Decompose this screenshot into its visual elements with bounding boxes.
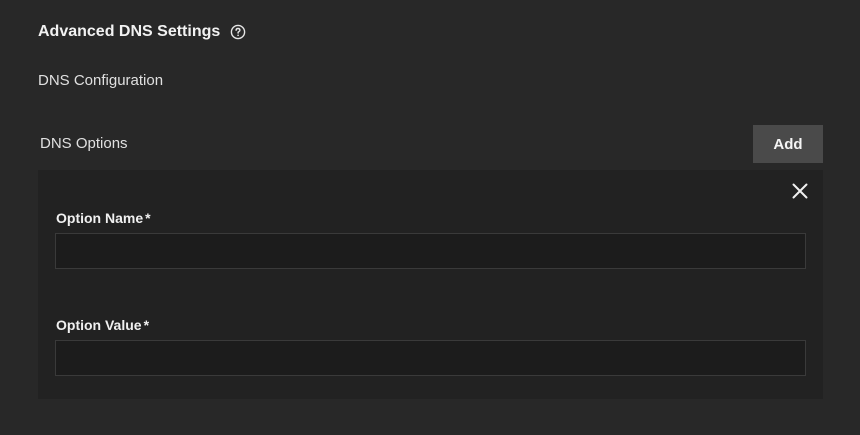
option-name-label: Option Name * — [56, 210, 151, 226]
add-dns-option-button[interactable]: Add — [753, 125, 823, 163]
dns-configuration-title: DNS Configuration — [38, 72, 164, 89]
option-name-input[interactable] — [55, 233, 806, 269]
advanced-dns-settings-panel: Advanced DNS Settings DNS Configuration … — [0, 0, 860, 435]
required-marker: * — [143, 317, 150, 333]
required-marker: * — [145, 210, 151, 226]
section-header: Advanced DNS Settings — [38, 20, 246, 44]
close-icon — [791, 182, 809, 205]
option-value-input[interactable] — [55, 340, 806, 376]
dns-options-label: DNS Options — [40, 135, 128, 152]
remove-dns-option-button[interactable] — [789, 182, 811, 204]
option-value-label: Option Value * — [56, 317, 150, 333]
dns-option-item: Option Name * Option Value * — [38, 170, 823, 399]
help-circle-icon[interactable] — [230, 24, 246, 40]
section-title: Advanced DNS Settings — [38, 23, 221, 40]
